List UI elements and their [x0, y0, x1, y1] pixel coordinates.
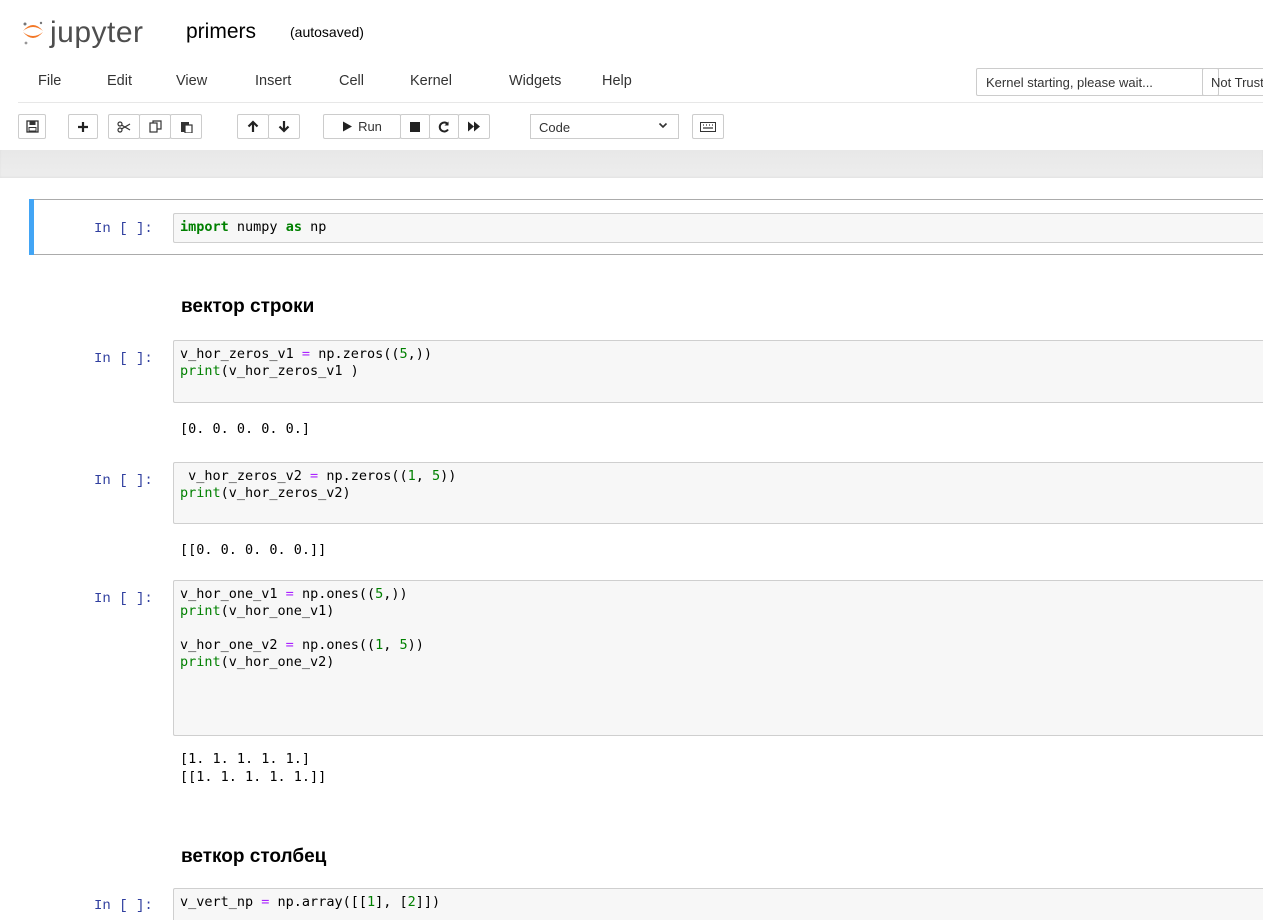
- code-line: v_hor_zeros_v2 = np.zeros((1, 5)): [180, 468, 457, 484]
- jupyter-logo-icon: [23, 21, 43, 45]
- save-icon: [25, 120, 39, 133]
- code-input[interactable]: import numpy as np: [173, 213, 1263, 243]
- cell-type-select[interactable]: Code: [530, 114, 679, 139]
- notebook-name[interactable]: primers: [186, 20, 256, 44]
- arrow-up-icon: [247, 120, 259, 132]
- header-divider: [0, 150, 1263, 178]
- run-icon: [343, 121, 353, 132]
- menu-help[interactable]: Help: [602, 73, 632, 89]
- code-line: v_vert_np = np.array([[1], [2]]): [180, 894, 441, 910]
- arrow-down-icon: [278, 121, 290, 133]
- restart-button[interactable]: [429, 114, 459, 139]
- selected-cell-indicator: [29, 199, 34, 255]
- paste-button[interactable]: [170, 114, 202, 139]
- run-label: Run: [358, 119, 382, 134]
- paste-icon: [180, 122, 193, 133]
- notebook-container: In [ ]: import numpy as np вектор строки…: [0, 178, 1263, 920]
- code-input[interactable]: v_hor_zeros_v1 = np.zeros((5,)) print(v_…: [173, 340, 1263, 403]
- menu-edit[interactable]: Edit: [107, 73, 132, 89]
- menubar: File Edit View Insert Cell Kernel Widget…: [18, 63, 1263, 103]
- cell-prompt: In [ ]:: [94, 473, 153, 489]
- kernel-status-indicator[interactable]: Kernel starting, please wait...: [976, 68, 1219, 96]
- copy-button[interactable]: [139, 114, 171, 139]
- code-line: v_hor_zeros_v1 = np.zeros((5,)): [180, 346, 432, 362]
- code-line: print(v_hor_zeros_v1 ): [180, 363, 359, 379]
- cut-icon: [117, 120, 131, 133]
- cell-prompt: In [ ]:: [94, 221, 153, 237]
- command-palette-button[interactable]: [692, 114, 724, 139]
- stop-icon: [410, 121, 420, 132]
- menu-file[interactable]: File: [38, 73, 61, 89]
- cell-output: [[1. 1. 1. 1. 1.]]: [180, 769, 327, 785]
- code-line: print(v_hor_zeros_v2): [180, 485, 351, 501]
- insert-cell-button[interactable]: [68, 114, 98, 139]
- run-button[interactable]: Run: [323, 114, 401, 139]
- menu-widgets[interactable]: Widgets: [509, 73, 561, 89]
- menu-insert[interactable]: Insert: [255, 73, 291, 89]
- markdown-heading: вектор строки: [181, 296, 315, 317]
- code-line: print(v_hor_one_v2): [180, 654, 335, 670]
- menu-kernel[interactable]: Kernel: [410, 73, 452, 89]
- code-line: print(v_hor_one_v1): [180, 603, 335, 619]
- cut-button[interactable]: [108, 114, 140, 139]
- cell-prompt: In [ ]:: [94, 898, 153, 914]
- menu-cell[interactable]: Cell: [339, 73, 364, 89]
- interrupt-button[interactable]: [400, 114, 430, 139]
- code-line: v_hor_one_v2 = np.ones((1, 5)): [180, 637, 424, 653]
- chevron-down-icon: [658, 122, 668, 129]
- autosave-status: (autosaved): [290, 24, 364, 40]
- cell-prompt: In [ ]:: [94, 351, 153, 367]
- cell-prompt: In [ ]:: [94, 591, 153, 607]
- fast-forward-icon: [468, 121, 480, 132]
- jupyter-logo[interactable]: jupyter: [22, 18, 144, 48]
- restart-icon: [438, 121, 449, 132]
- save-button[interactable]: [18, 114, 46, 139]
- code-line: import numpy as np: [180, 219, 327, 235]
- cell-type-value: Code: [539, 120, 571, 135]
- copy-icon: [148, 120, 162, 133]
- plus-icon: [78, 121, 88, 132]
- cell-output: [[0. 0. 0. 0. 0.]]: [180, 542, 327, 558]
- header: jupyter primers (autosaved) File Edit Vi…: [0, 0, 1263, 150]
- jupyter-logo-text: jupyter: [50, 16, 144, 49]
- keyboard-icon: [700, 121, 716, 132]
- move-down-button[interactable]: [268, 114, 300, 139]
- code-line: v_hor_one_v1 = np.ones((5,)): [180, 586, 408, 602]
- markdown-heading: веткор столбец: [181, 846, 327, 867]
- restart-run-all-button[interactable]: [458, 114, 490, 139]
- move-up-button[interactable]: [237, 114, 269, 139]
- menu-view[interactable]: View: [176, 73, 207, 89]
- code-input[interactable]: v_hor_one_v1 = np.ones((5,)) print(v_hor…: [173, 580, 1263, 736]
- code-input[interactable]: v_vert_np = np.array([[1], [2]]): [173, 888, 1263, 920]
- trusted-indicator[interactable]: Not Trusted: [1202, 68, 1263, 96]
- cell-output: [0. 0. 0. 0. 0.]: [180, 421, 311, 437]
- cell-output: [1. 1. 1. 1. 1.]: [180, 751, 311, 767]
- code-input[interactable]: v_hor_zeros_v2 = np.zeros((1, 5)) print(…: [173, 462, 1263, 524]
